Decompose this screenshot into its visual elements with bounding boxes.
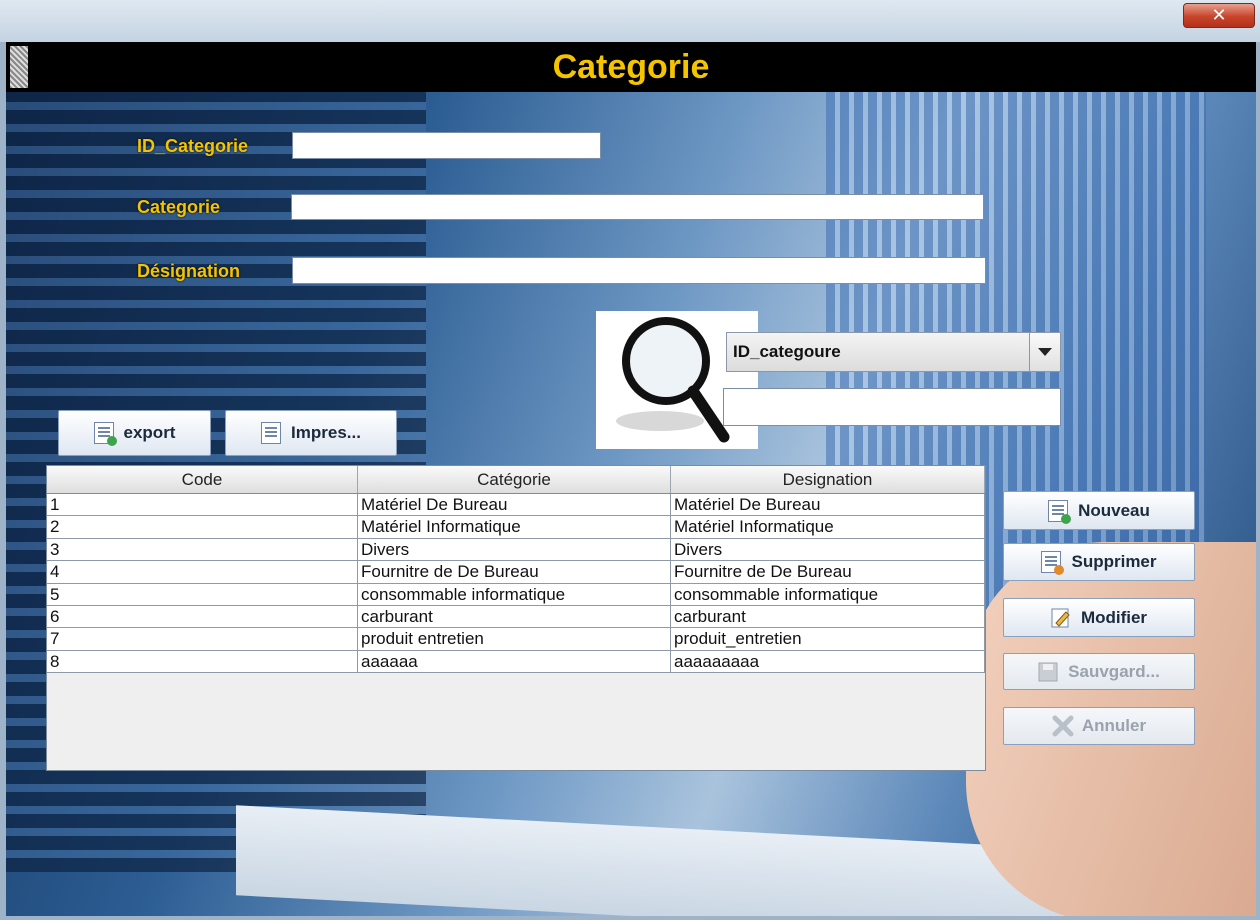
page-title: Categorie (552, 48, 710, 86)
cell-categorie: aaaaaa (358, 650, 671, 673)
designation-input[interactable] (292, 257, 986, 284)
cell-designation: Divers (671, 538, 985, 561)
table-row[interactable]: 2 Matériel Informatique Matériel Informa… (47, 516, 985, 539)
supprimer-button-label: Supprimer (1071, 552, 1157, 571)
export-button-label: export (123, 423, 176, 442)
table-row[interactable]: 3 Divers Divers (47, 538, 985, 562)
window-titlebar: ✕ (0, 0, 1260, 42)
cell-categorie: Divers (358, 538, 671, 561)
cell-categorie: consommable informatique (358, 583, 671, 605)
print-button-label: Impres... (291, 423, 361, 442)
table-row[interactable]: 5 consommable informatique consommable i… (47, 583, 985, 606)
table-row[interactable]: 6 carburant carburant (47, 605, 985, 629)
annuler-button[interactable]: Annuler (1003, 707, 1195, 745)
column-header-categorie[interactable]: Catégorie (358, 466, 671, 493)
cell-designation: aaaaaaaaa (671, 650, 985, 673)
cell-categorie: Matériel De Bureau (358, 494, 671, 516)
page-header: Categorie (6, 42, 1256, 92)
save-icon (1038, 661, 1058, 683)
table-row[interactable]: 4 Fournitre de De Bureau Fournitre de De… (47, 561, 985, 584)
cell-categorie: carburant (358, 605, 671, 628)
cell-designation: Matériel De Bureau (671, 494, 985, 516)
delete-doc-icon (1041, 551, 1065, 575)
annuler-button-label: Annuler (1081, 716, 1147, 735)
edit-icon (1051, 607, 1071, 629)
cell-designation: Fournitre de De Bureau (671, 561, 985, 583)
print-button[interactable]: Impres... (225, 410, 397, 456)
cell-code: 5 (47, 583, 358, 605)
search-input[interactable] (723, 388, 1061, 426)
categorie-frame: Categorie ID_Categorie Categorie Désigna… (6, 42, 1256, 916)
cell-code: 2 (47, 516, 358, 538)
table-row[interactable]: 8 aaaaaa aaaaaaaaa (47, 650, 985, 674)
table-row[interactable]: 7 produit entretien produit_entretien (47, 628, 985, 651)
table-row[interactable]: 1 Matériel De Bureau Matériel De Bureau (47, 494, 985, 517)
search-field-selected: ID_categoure (733, 342, 841, 361)
column-header-designation[interactable]: Designation (671, 466, 985, 493)
table-header: Code Catégorie Designation (47, 466, 985, 494)
new-doc-icon (1048, 499, 1072, 524)
designation-label: Désignation (137, 261, 241, 281)
nouveau-button-label: Nouveau (1078, 500, 1150, 520)
search-field-select[interactable]: ID_categoure (726, 332, 1061, 372)
export-button[interactable]: export (58, 410, 211, 456)
cell-designation: carburant (671, 605, 985, 628)
categorie-label: Categorie (137, 197, 221, 217)
column-header-code[interactable]: Code (47, 466, 358, 493)
export-icon (93, 422, 117, 446)
cell-categorie: Matériel Informatique (358, 516, 671, 538)
id-categorie-input[interactable] (292, 132, 601, 159)
cell-code: 7 (47, 628, 358, 650)
nouveau-button[interactable]: Nouveau (1003, 491, 1195, 530)
print-icon (261, 422, 282, 444)
chevron-down-icon[interactable] (1029, 333, 1060, 371)
cell-categorie: produit entretien (358, 628, 671, 650)
sauvgarder-button[interactable]: Sauvgard... (1003, 653, 1195, 690)
cancel-x-icon (1052, 715, 1074, 737)
cell-code: 6 (47, 605, 358, 628)
modifier-button-label: Modifier (1080, 607, 1148, 627)
cell-designation: Matériel Informatique (671, 516, 985, 538)
categorie-input[interactable] (291, 194, 984, 220)
cell-code: 3 (47, 538, 358, 561)
cell-code: 4 (47, 561, 358, 583)
cell-code: 1 (47, 494, 358, 516)
cell-code: 8 (47, 650, 358, 673)
categories-table: Code Catégorie Designation 1 Matériel De… (46, 465, 986, 771)
id-categorie-label: ID_Categorie (137, 136, 249, 156)
cell-designation: consommable informatique (671, 583, 985, 605)
supprimer-button[interactable]: Supprimer (1003, 543, 1195, 581)
sauvgarder-button-label: Sauvgard... (1068, 661, 1160, 681)
close-window-button[interactable]: ✕ (1183, 3, 1255, 28)
cell-designation: produit_entretien (671, 628, 985, 650)
modifier-button[interactable]: Modifier (1003, 598, 1195, 637)
cell-categorie: Fournitre de De Bureau (358, 561, 671, 583)
